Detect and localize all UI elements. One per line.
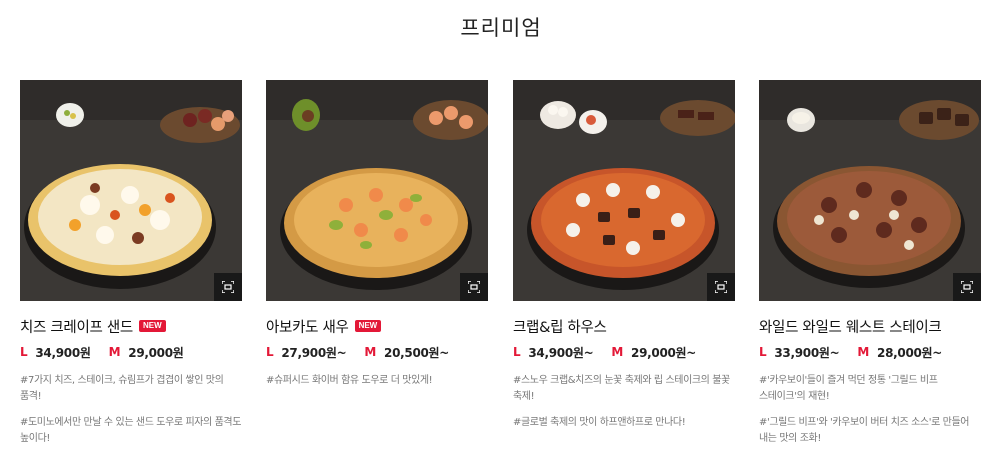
price-medium: 28,000원~ xyxy=(877,345,943,360)
menu-name[interactable]: 치즈 크레이프 샌드 xyxy=(20,316,133,337)
zoom-button[interactable] xyxy=(707,273,735,301)
price-row: L 27,900원~ M 20,500원~ xyxy=(266,345,488,360)
menu-card-crab-rib-house[interactable]: 크랩&립 하우스 L 34,900원~ M 29,000원~ #스노우 크랩&치… xyxy=(513,80,735,441)
description-line: #'그릴드 비프'와 '카우보이 버터 치즈 소스'로 만들어 내는 맛의 조화… xyxy=(759,417,970,444)
size-label-large: L xyxy=(513,345,521,359)
menu-name[interactable]: 와일드 와일드 웨스트 스테이크 xyxy=(759,316,942,337)
price-medium: 29,000원~ xyxy=(631,345,697,360)
price-medium: 29,000원 xyxy=(128,345,184,360)
menu-card-avocado-shrimp[interactable]: 아보카도 새우 NEW L 27,900원~ M 20,500원~ #슈퍼시드 … xyxy=(266,80,488,399)
price-row: L 34,900원~ M 29,000원~ xyxy=(513,345,735,360)
price-large: 34,900원 xyxy=(35,345,91,360)
description-line: #슈퍼시드 화이버 함유 도우로 더 맛있게! xyxy=(266,375,433,386)
description-line: #글로벌 축제의 맛이 하프앤하프로 만나다! xyxy=(513,417,686,428)
menu-card-wild-west-steak[interactable]: 와일드 와일드 웨스트 스테이크 L 33,900원~ M 28,000원~ #… xyxy=(759,80,981,457)
pizza-image[interactable] xyxy=(266,80,488,301)
size-label-large: L xyxy=(20,345,28,359)
price-medium: 20,500원~ xyxy=(384,345,450,360)
new-badge: NEW xyxy=(138,320,166,332)
price-large: 33,900원~ xyxy=(774,345,840,360)
expand-icon xyxy=(715,281,727,293)
size-label-medium: M xyxy=(364,345,377,359)
price-large: 27,900원~ xyxy=(281,345,347,360)
menu-description: #7가지 치즈, 스테이크, 슈림프가 겹겹이 쌓인 맛의 품격! #도미노에서… xyxy=(20,373,242,447)
zoom-button[interactable] xyxy=(214,273,242,301)
menu-name[interactable]: 아보카도 새우 xyxy=(266,316,349,337)
new-badge: NEW xyxy=(354,320,382,332)
description-line: #스노우 크랩&치즈의 눈꽃 축제와 립 스테이크의 불꽃 축제! xyxy=(513,375,730,402)
description-line: #7가지 치즈, 스테이크, 슈림프가 겹겹이 쌓인 맛의 품격! xyxy=(20,375,224,402)
price-row: L 33,900원~ M 28,000원~ xyxy=(759,345,981,360)
pizza-image[interactable] xyxy=(20,80,242,301)
expand-icon xyxy=(222,281,234,293)
zoom-button[interactable] xyxy=(460,273,488,301)
expand-icon xyxy=(468,281,480,293)
menu-card-cheese-crepe-sand[interactable]: 치즈 크레이프 샌드 NEW L 34,900원 M 29,000원 #7가지 … xyxy=(20,80,242,457)
description-line: #도미노에서만 만날 수 있는 샌드 도우로 피자의 품격도 높이다! xyxy=(20,417,242,444)
size-label-medium: M xyxy=(611,345,624,359)
size-label-large: L xyxy=(266,345,274,359)
zoom-button[interactable] xyxy=(953,273,981,301)
price-large: 34,900원~ xyxy=(528,345,594,360)
pizza-image[interactable] xyxy=(759,80,981,301)
expand-icon xyxy=(961,281,973,293)
menu-name[interactable]: 크랩&립 하우스 xyxy=(513,316,607,337)
menu-description: #스노우 크랩&치즈의 눈꽃 축제와 립 스테이크의 불꽃 축제! #글로벌 축… xyxy=(513,373,735,431)
size-label-medium: M xyxy=(857,345,870,359)
size-label-large: L xyxy=(759,345,767,359)
size-label-medium: M xyxy=(108,345,121,359)
pizza-image[interactable] xyxy=(513,80,735,301)
section-title: 프리미엄 xyxy=(460,16,542,40)
menu-description: #슈퍼시드 화이버 함유 도우로 더 맛있게! xyxy=(266,373,488,389)
description-line: #'카우보이'들이 즐겨 먹던 정통 '그릴드 비프 스테이크'의 재현! xyxy=(759,375,938,402)
menu-description: #'카우보이'들이 즐겨 먹던 정통 '그릴드 비프 스테이크'의 재현! #'… xyxy=(759,373,981,447)
price-row: L 34,900원 M 29,000원 xyxy=(20,345,242,360)
